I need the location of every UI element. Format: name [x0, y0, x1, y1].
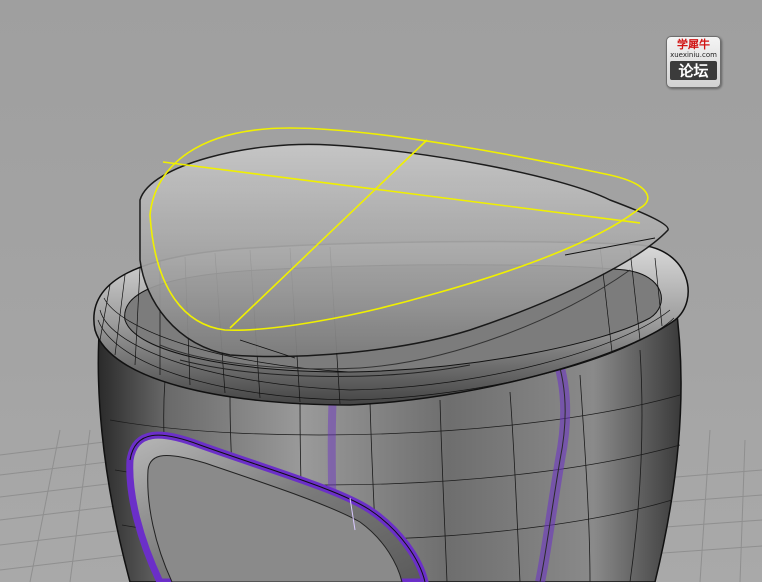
perspective-viewport[interactable]: 学犀牛 xuexiniu.com 论坛 [0, 0, 762, 582]
logo-forum-text: 论坛 [670, 61, 717, 80]
forum-logo-badge: 学犀牛 xuexiniu.com 论坛 [666, 36, 721, 88]
logo-domain-text: xuexiniu.com [670, 51, 717, 59]
logo-title-text: 学犀牛 [677, 38, 710, 51]
rhino-3d-scene[interactable] [0, 0, 762, 582]
